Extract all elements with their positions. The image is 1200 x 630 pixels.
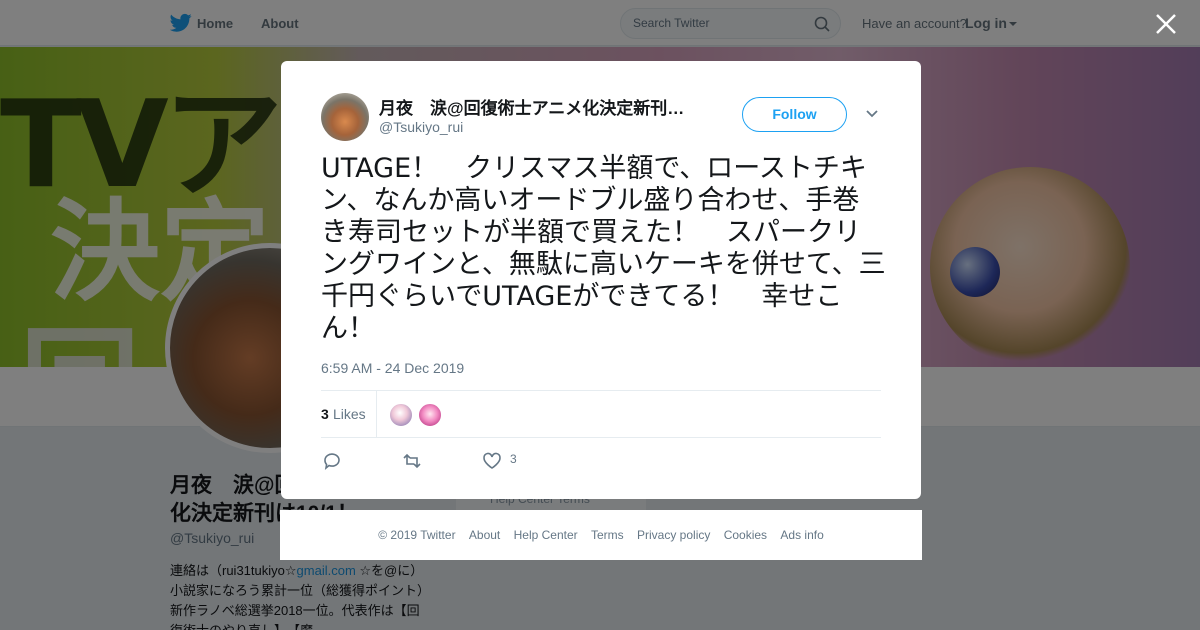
likes-label[interactable]: Likes xyxy=(333,406,366,422)
tweet-timestamp[interactable]: 6:59 AM - 24 Dec 2019 xyxy=(321,360,464,376)
tweet-author-avatar[interactable] xyxy=(321,93,369,141)
footer-ads-link[interactable]: Ads info xyxy=(780,528,823,542)
stats-divider xyxy=(376,391,377,437)
tweet-text: UTAGE！ クリスマス半額で、ローストチキン、なんか高いオードブル盛り合わせ、… xyxy=(321,153,886,344)
tweet-author-handle[interactable]: @Tsukiyo_rui xyxy=(379,119,463,135)
tweet-modal: 月夜 涙@回復術士アニメ化決定新刊は10/1！ @Tsukiyo_rui Fol… xyxy=(281,61,921,499)
follow-button[interactable]: Follow xyxy=(742,97,847,132)
tweet-author-name[interactable]: 月夜 涙@回復術士アニメ化決定新刊は10/1！ xyxy=(379,94,699,119)
footer-cookies-link[interactable]: Cookies xyxy=(724,528,767,542)
footer-copyright: © 2019 Twitter xyxy=(378,528,456,542)
liker-avatar[interactable] xyxy=(418,403,442,427)
footer-about-link[interactable]: About xyxy=(469,528,500,542)
like-action-count: 3 xyxy=(510,452,517,466)
close-icon[interactable] xyxy=(1154,12,1178,36)
footer-privacy-link[interactable]: Privacy policy xyxy=(637,528,710,542)
liker-avatar[interactable] xyxy=(389,403,413,427)
reply-icon[interactable] xyxy=(322,451,342,471)
likes-count[interactable]: 3 xyxy=(321,406,329,422)
chevron-down-icon[interactable] xyxy=(865,109,879,119)
footer-help-link[interactable]: Help Center xyxy=(514,528,578,542)
retweet-icon[interactable] xyxy=(402,451,422,471)
footer-terms-link[interactable]: Terms xyxy=(591,528,624,542)
modal-footer: © 2019 Twitter About Help Center Terms P… xyxy=(280,510,922,560)
tweet-stats: 3 Likes xyxy=(321,390,881,438)
heart-icon[interactable] xyxy=(482,451,502,471)
tweet-actions: 3 xyxy=(321,449,881,473)
